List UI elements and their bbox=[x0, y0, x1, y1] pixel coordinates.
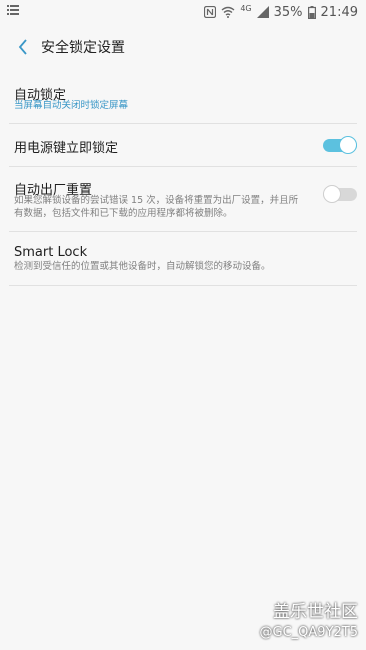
setting-smart-lock[interactable]: Smart Lock 检测到受信任的位置或其他设备时，自动解锁您的移动设备。 bbox=[9, 232, 357, 286]
settings-list: 自动锁定 当屏幕自动关闭时锁定屏幕 用电源键立即锁定 自动出厂重置 如果您解锁设… bbox=[0, 72, 366, 286]
menu-icon bbox=[7, 5, 19, 15]
watermark-title: 盖乐世社区 bbox=[273, 602, 358, 622]
status-bar: 4G 35% 21:49 bbox=[0, 0, 366, 24]
back-button[interactable] bbox=[8, 32, 38, 62]
setting-auto-factory-reset-description: 如果您解锁设备的尝试错误 15 次，设备将重置为出厂设置，并且所有数据，包括文件… bbox=[14, 195, 299, 219]
setting-smart-lock-label: Smart Lock bbox=[14, 245, 88, 260]
nfc-icon bbox=[204, 6, 217, 18]
battery-icon bbox=[307, 5, 316, 19]
back-arrow-icon bbox=[18, 39, 27, 55]
setting-auto-lock-value: 当屏幕自动关闭时锁定屏幕 bbox=[14, 100, 129, 111]
setting-power-key-lock[interactable]: 用电源键立即锁定 bbox=[9, 124, 357, 167]
network-type: 4G bbox=[240, 3, 252, 13]
battery-percent: 35% bbox=[273, 4, 303, 20]
power-key-lock-toggle[interactable] bbox=[323, 136, 357, 154]
setting-smart-lock-description: 检测到受信任的位置或其他设备时，自动解锁您的移动设备。 bbox=[14, 261, 271, 272]
signal-icon bbox=[256, 6, 269, 18]
setting-power-key-lock-label: 用电源键立即锁定 bbox=[14, 141, 119, 156]
auto-factory-reset-toggle[interactable] bbox=[323, 185, 357, 203]
setting-auto-lock[interactable]: 自动锁定 当屏幕自动关闭时锁定屏幕 bbox=[9, 72, 357, 124]
setting-auto-factory-reset[interactable]: 自动出厂重置 如果您解锁设备的尝试错误 15 次，设备将重置为出厂设置，并且所有… bbox=[9, 167, 357, 232]
watermark-user: @GC_QA9Y2T5 bbox=[259, 625, 358, 640]
app-bar: 安全锁定设置 bbox=[0, 24, 366, 70]
page-title: 安全锁定设置 bbox=[41, 40, 125, 56]
clock: 21:49 bbox=[320, 4, 358, 20]
watermark: 盖乐世社区 @GC_QA9Y2T5 bbox=[260, 597, 358, 640]
wifi-icon bbox=[221, 6, 235, 18]
